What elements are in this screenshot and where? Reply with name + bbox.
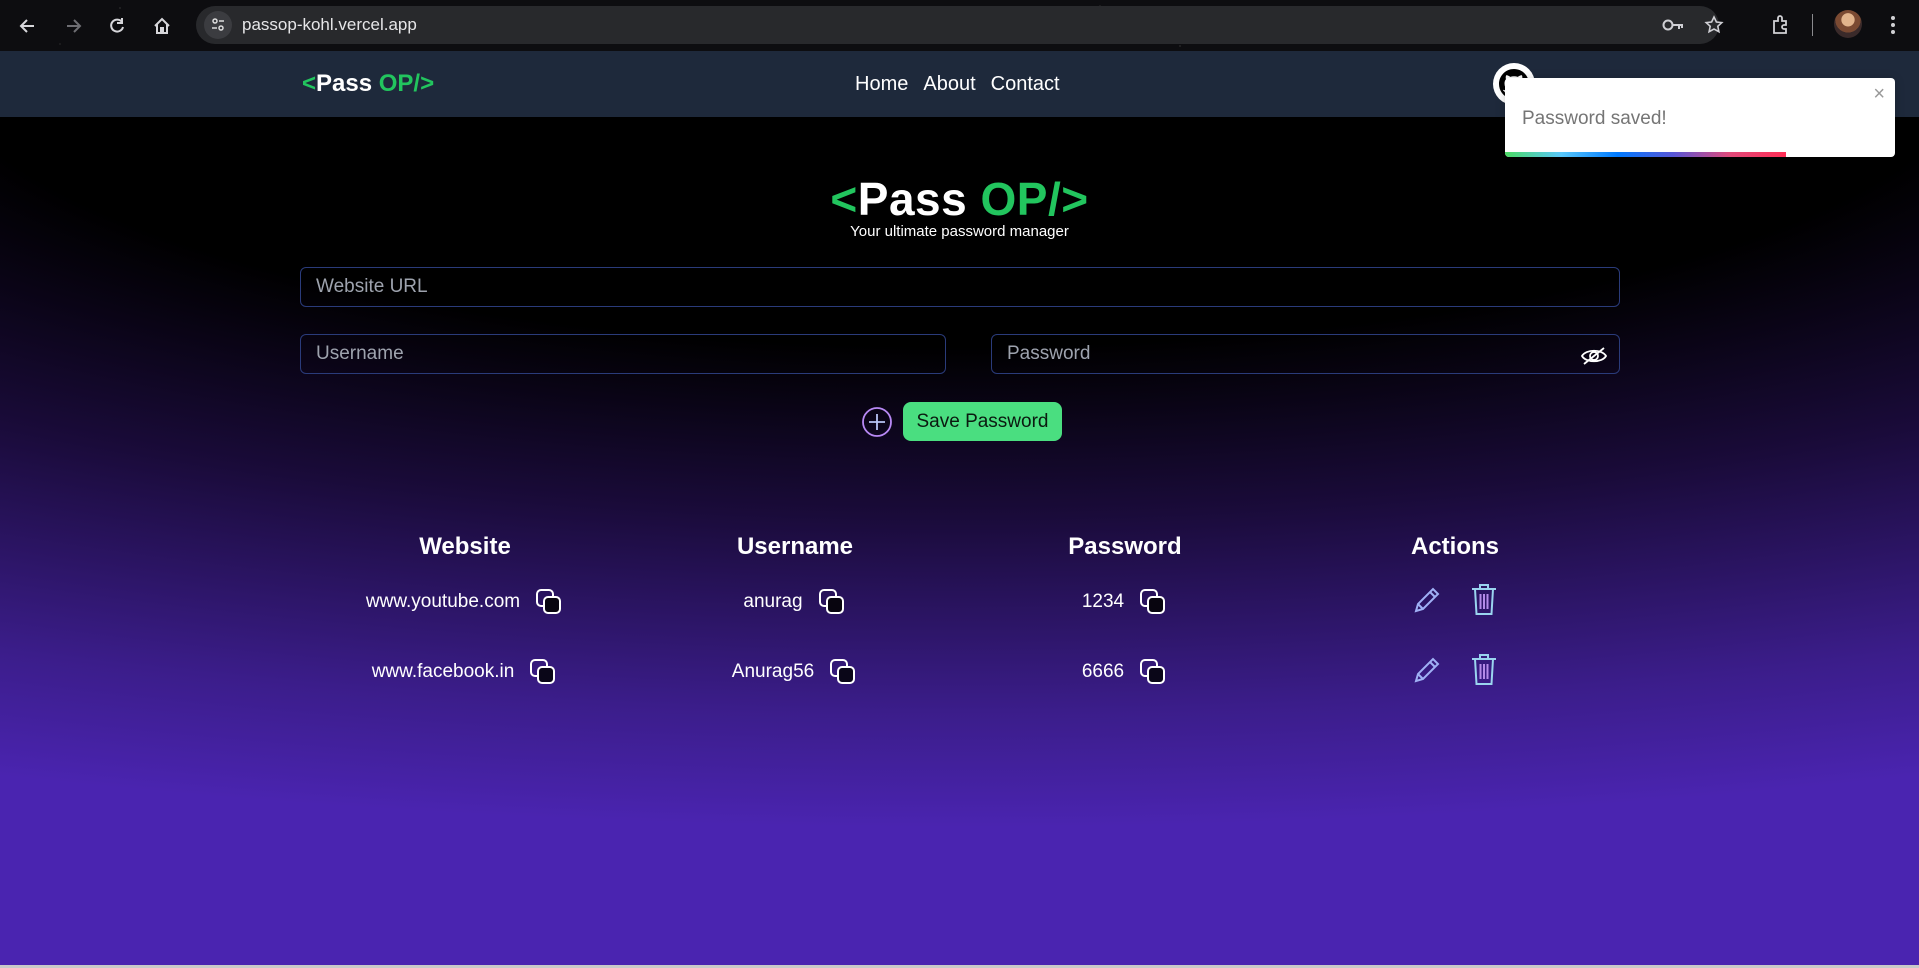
header-password: Password: [1068, 533, 1182, 560]
hero-subtitle: Your ultimate password manager: [850, 223, 1069, 240]
toast-progress-bar: [1505, 152, 1786, 157]
hero-word-pass: Pass: [857, 173, 968, 225]
delete-trash-icon[interactable]: [1468, 651, 1500, 687]
website-cell[interactable]: www.youtube.com: [366, 591, 520, 613]
edit-pencil-icon[interactable]: [1410, 651, 1442, 687]
website-cell[interactable]: www.facebook.in: [372, 661, 515, 683]
site-logo[interactable]: <Pass OP/>: [302, 70, 434, 98]
username-input[interactable]: [300, 334, 946, 374]
bookmark-star-icon[interactable]: [1703, 15, 1725, 35]
url-text: passop-kohl.vercel.app: [242, 15, 417, 34]
password-key-icon[interactable]: [1662, 15, 1684, 35]
reload-icon[interactable]: [102, 11, 132, 41]
back-icon[interactable]: [13, 11, 43, 41]
page-body: <Pass OP/> Home About Contact <Pass OP/>…: [0, 51, 1919, 965]
copy-icon[interactable]: [534, 587, 564, 617]
password-cell: 1234: [1081, 591, 1125, 612]
header-website: Website: [419, 533, 511, 560]
nav-link-home[interactable]: Home: [855, 73, 908, 96]
logo-word-op: OP/: [378, 70, 421, 97]
eye-slash-icon[interactable]: [1579, 343, 1609, 369]
toast-close-button[interactable]: ×: [1873, 84, 1885, 104]
hero-close-bracket: >: [1061, 173, 1089, 225]
edit-pencil-icon[interactable]: [1410, 581, 1442, 617]
nav-link-about[interactable]: About: [923, 73, 975, 96]
username-cell: Anurag56: [731, 661, 815, 682]
copy-icon[interactable]: [1138, 587, 1168, 617]
delete-trash-icon[interactable]: [1468, 581, 1500, 617]
username-cell: anurag: [743, 591, 803, 612]
logo-word-pass: Pass: [316, 70, 373, 97]
passwords-table: Website Username Password Actions www.yo…: [300, 527, 1620, 707]
toast-notification: Password saved! ×: [1505, 78, 1895, 157]
table-header-row: Website Username Password Actions: [300, 527, 1620, 567]
site-info-icon[interactable]: [204, 11, 232, 39]
browser-toolbar: passop-kohl.vercel.app: [0, 0, 1919, 51]
copy-icon[interactable]: [828, 657, 858, 687]
nav-link-contact[interactable]: Contact: [991, 73, 1060, 96]
copy-icon[interactable]: [1138, 657, 1168, 687]
toast-message: Password saved!: [1522, 108, 1667, 129]
hero-word-op: OP/: [980, 173, 1062, 225]
home-icon[interactable]: [147, 11, 177, 41]
extensions-icon[interactable]: [1768, 12, 1794, 38]
profile-avatar[interactable]: [1834, 10, 1862, 38]
password-input[interactable]: [991, 334, 1620, 374]
copy-icon[interactable]: [528, 657, 558, 687]
password-cell: 6666: [1081, 661, 1125, 682]
address-bar[interactable]: passop-kohl.vercel.app: [196, 6, 1724, 44]
forward-icon[interactable]: [58, 11, 88, 41]
hero-open-bracket: <: [830, 173, 858, 225]
hero-title: <Pass OP/>: [0, 172, 1919, 226]
add-circle-icon[interactable]: [861, 406, 893, 438]
copy-icon[interactable]: [817, 587, 847, 617]
header-actions: Actions: [1410, 533, 1499, 560]
nav-links: Home About Contact: [855, 73, 1060, 96]
logo-close-bracket: >: [420, 70, 435, 97]
save-password-button[interactable]: Save Password: [903, 402, 1062, 441]
website-url-input[interactable]: [300, 267, 1620, 307]
table-row: www.youtube.com anurag 1234: [300, 567, 1620, 637]
toolbar-divider: [1812, 14, 1813, 36]
header-username: Username: [736, 533, 854, 560]
logo-open-bracket: <: [302, 70, 317, 97]
menu-kebab-icon[interactable]: [1880, 12, 1906, 38]
table-row: www.facebook.in Anurag56 6666: [300, 637, 1620, 707]
